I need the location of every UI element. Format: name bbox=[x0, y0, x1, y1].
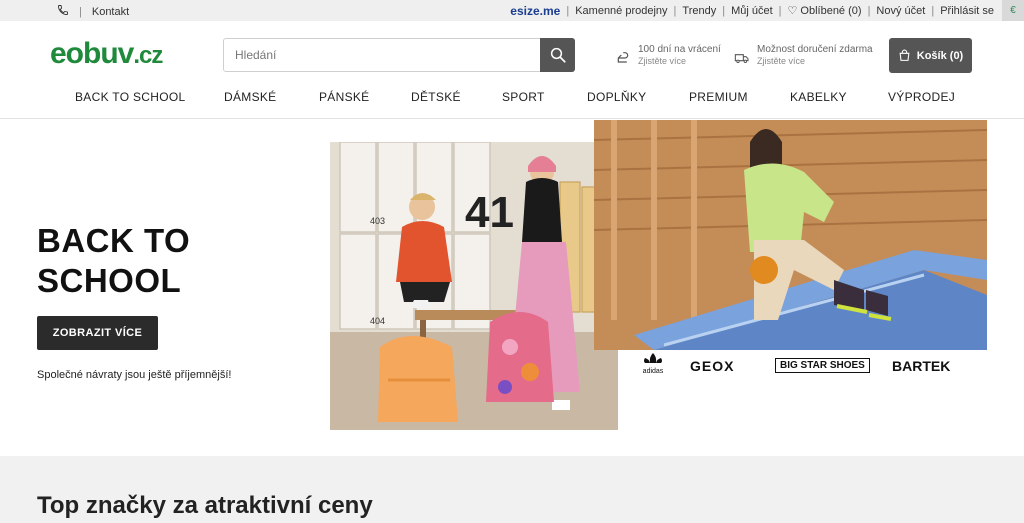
svg-text:404: 404 bbox=[370, 316, 385, 326]
svg-text:41: 41 bbox=[465, 188, 514, 237]
bag-icon bbox=[899, 49, 910, 61]
cart-label: Košík (0) bbox=[916, 49, 964, 62]
logo-text: eobuv bbox=[50, 37, 134, 70]
phone-icon[interactable] bbox=[57, 4, 69, 19]
nav-damske[interactable]: DÁMSKÉ bbox=[224, 90, 276, 104]
search-icon bbox=[550, 47, 566, 63]
nav-kabelky[interactable]: KABELKY bbox=[790, 90, 847, 104]
brand-adidas-label: adidas bbox=[642, 368, 664, 375]
heart-icon: ♡ bbox=[787, 5, 798, 17]
contact-link[interactable]: Kontakt bbox=[92, 6, 129, 18]
hero-image-lockers[interactable]: 403 404 41 bbox=[330, 142, 618, 430]
new-account-link[interactable]: Nový účet bbox=[876, 5, 925, 17]
brand-bigstar[interactable]: BIG STAR SHOES bbox=[775, 358, 870, 373]
nav-sport[interactable]: SPORT bbox=[502, 90, 545, 104]
nav-premium[interactable]: PREMIUM bbox=[689, 90, 748, 104]
return-arrow-icon bbox=[617, 52, 629, 63]
logo[interactable]: eobuv.cz bbox=[50, 37, 163, 71]
search-button[interactable] bbox=[540, 38, 575, 72]
hero-title-line2: SCHOOL bbox=[37, 262, 182, 299]
hero-image-gym[interactable] bbox=[594, 120, 987, 350]
trends-link[interactable]: Trendy bbox=[682, 5, 716, 17]
show-more-button[interactable]: ZOBRAZIT VÍCE bbox=[37, 316, 158, 350]
currency-switch[interactable]: € bbox=[1002, 0, 1024, 21]
truck-icon bbox=[734, 54, 749, 63]
site-header: eobuv.cz 100 dní na vrácení Zjistěte víc… bbox=[0, 21, 1024, 119]
top-brands-section: Top značky za atraktivní ceny bbox=[0, 456, 1024, 523]
cart-button[interactable]: Košík (0) bbox=[889, 38, 972, 73]
delivery-title: Možnost doručení zdarma bbox=[757, 44, 873, 55]
main-navigation: BACK TO SCHOOL DÁMSKÉ PÁNSKÉ DĚTSKÉ SPOR… bbox=[0, 90, 1024, 108]
stores-link[interactable]: Kamenné prodejny bbox=[575, 5, 667, 17]
brand-geox[interactable]: GEOX bbox=[690, 358, 734, 374]
search-bar bbox=[223, 38, 575, 72]
brand-adidas[interactable]: adidas bbox=[642, 352, 664, 375]
logo-tld: .cz bbox=[133, 42, 163, 69]
adidas-trefoil-icon bbox=[644, 353, 662, 363]
section-title: Top značky za atraktivní ceny bbox=[37, 492, 373, 519]
nav-back-to-school[interactable]: BACK TO SCHOOL bbox=[75, 90, 185, 104]
delivery-info[interactable]: Možnost doručení zdarma Zjistěte více bbox=[734, 44, 873, 66]
favorites-link[interactable]: Oblíbené (0) bbox=[800, 5, 861, 17]
nav-panske[interactable]: PÁNSKÉ bbox=[319, 90, 370, 104]
nav-doplnky[interactable]: DOPLŇKY bbox=[587, 90, 646, 104]
hero-title: BACK TO SCHOOL bbox=[37, 221, 190, 301]
returns-info[interactable]: 100 dní na vrácení Zjistěte více bbox=[615, 44, 721, 66]
brand-logos: adidas GEOX BIG STAR SHOES BARTEK bbox=[630, 352, 960, 380]
hero-subtitle: Společné návraty jsou ještě příjemnější! bbox=[37, 369, 232, 381]
hero-title-line1: BACK TO bbox=[37, 222, 191, 259]
delivery-sub: Zjistěte více bbox=[757, 56, 806, 66]
returns-sub: Zjistěte více bbox=[638, 56, 687, 66]
search-input[interactable] bbox=[224, 39, 540, 71]
login-link[interactable]: Přihlásit se bbox=[940, 5, 994, 17]
esize-link[interactable]: esize.me bbox=[510, 4, 560, 18]
nav-vyprodej[interactable]: VÝPRODEJ bbox=[888, 90, 955, 104]
brand-bartek[interactable]: BARTEK bbox=[892, 358, 950, 374]
nav-detske[interactable]: DĚTSKÉ bbox=[411, 90, 461, 104]
svg-text:403: 403 bbox=[370, 216, 385, 226]
my-account-link[interactable]: Můj účet bbox=[731, 5, 773, 17]
top-utility-bar: | Kontakt esize.me | Kamenné prodejny | … bbox=[0, 0, 1024, 21]
returns-title: 100 dní na vrácení bbox=[638, 44, 721, 55]
